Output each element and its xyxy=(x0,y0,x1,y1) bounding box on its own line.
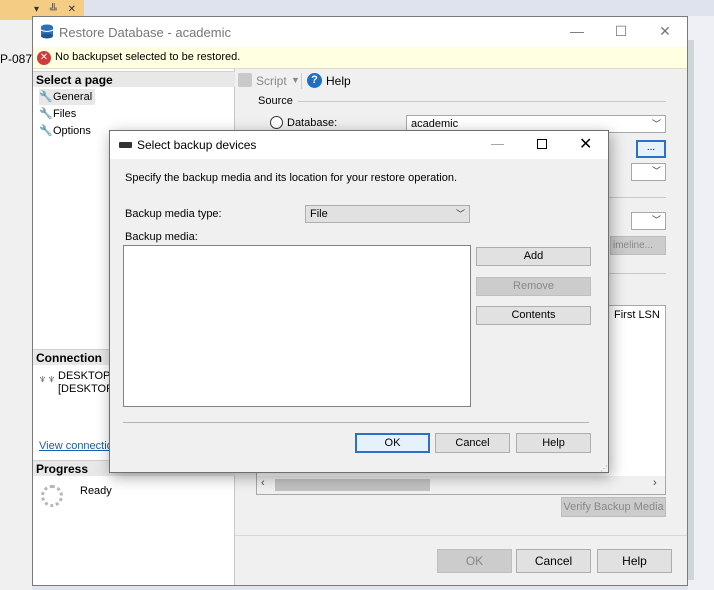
error-banner: ✕ No backupset selected to be restored. xyxy=(33,47,687,69)
ok-button[interactable]: OK xyxy=(437,549,512,573)
page-item-files[interactable]: 🔧Files xyxy=(39,106,76,122)
error-message: No backupset selected to be restored. xyxy=(55,51,241,63)
database-select-value: academic xyxy=(411,118,459,130)
bottom-divider xyxy=(235,535,687,536)
source-divider xyxy=(298,101,666,102)
help-icon[interactable]: ? xyxy=(307,73,322,88)
backup-device-select[interactable]: ﹀ xyxy=(631,163,666,181)
verify-backup-media-button[interactable]: Verify Backup Media xyxy=(561,497,666,517)
backup-media-type-value: File xyxy=(310,208,328,220)
database-label: Database: xyxy=(287,117,338,129)
connection-server: DESKTOP- xyxy=(58,370,115,382)
page-item-label: Options xyxy=(53,125,91,137)
page-item-label: Files xyxy=(53,108,77,120)
script-icon[interactable] xyxy=(238,73,252,87)
background-panel xyxy=(0,20,32,590)
progress-status: Ready xyxy=(80,485,112,497)
cancel-button[interactable]: Cancel xyxy=(516,549,591,573)
toolbar-divider xyxy=(301,73,302,89)
column-header-first-lsn[interactable]: First LSN xyxy=(614,309,660,321)
modal-titlebar[interactable]: Select backup devices — ✕ xyxy=(110,131,608,159)
error-icon: ✕ xyxy=(37,51,51,65)
pin-icon: ▾ ╩ ✕ xyxy=(34,4,81,15)
wrench-icon: 🔧 xyxy=(39,125,53,137)
chevron-down-icon: ﹀ xyxy=(651,166,661,176)
wrench-icon: 🔧 xyxy=(39,91,53,103)
modal-divider xyxy=(123,422,589,423)
database-radio[interactable] xyxy=(270,116,283,129)
progress-spinner-icon xyxy=(41,485,63,507)
select-page-header: Select a page xyxy=(33,71,235,87)
wrench-icon: 🔧 xyxy=(39,108,53,120)
remove-button[interactable]: Remove xyxy=(476,277,591,296)
add-button[interactable]: Add xyxy=(476,247,591,266)
modal-title: Select backup devices xyxy=(137,138,257,152)
page-item-options[interactable]: 🔧Options xyxy=(39,123,91,139)
scrollbar-thumb[interactable] xyxy=(275,479,430,491)
view-connection-link[interactable]: View connection xyxy=(39,440,119,452)
help-dialog-button[interactable]: Help xyxy=(597,549,672,573)
resize-grip-icon[interactable]: ⋰ xyxy=(600,464,608,473)
source-section-label: Source xyxy=(258,95,293,107)
modal-description: Specify the backup media and its locatio… xyxy=(125,172,458,184)
chevron-right-icon[interactable]: › xyxy=(653,477,657,489)
timeline-button[interactable]: imeline... xyxy=(610,236,666,255)
restore-to-select[interactable]: ﹀ xyxy=(631,212,666,230)
browse-device-button[interactable]: ... xyxy=(636,140,666,158)
select-backup-devices-dialog: Select backup devices — ✕ Specify the ba… xyxy=(109,130,609,473)
backup-media-type-select[interactable]: File ﹀ xyxy=(305,205,470,223)
modal-help-button[interactable]: Help xyxy=(516,433,591,453)
close-button[interactable]: ✕ xyxy=(579,134,592,154)
chevron-down-icon: ﹀ xyxy=(651,215,661,225)
horizontal-scrollbar[interactable]: ‹ › xyxy=(257,476,665,494)
help-button[interactable]: Help xyxy=(326,74,351,88)
page-item-label: General xyxy=(53,91,93,103)
maximize-button[interactable] xyxy=(537,139,547,149)
backup-media-list[interactable] xyxy=(123,245,471,407)
page-item-general[interactable]: 🔧General xyxy=(39,89,96,105)
chevron-down-icon: ﹀ xyxy=(455,209,465,219)
backup-media-label: Backup media: xyxy=(125,231,198,243)
contents-button[interactable]: Contents xyxy=(476,306,591,325)
minimize-button[interactable]: — xyxy=(569,23,585,39)
modal-ok-button[interactable]: OK xyxy=(355,433,430,453)
background-scrollbar[interactable] xyxy=(688,40,694,580)
chevron-down-icon: ﹀ xyxy=(651,119,661,129)
database-icon xyxy=(40,24,54,39)
close-button[interactable]: ✕ xyxy=(657,23,673,39)
window-title: Restore Database - academic xyxy=(59,25,231,40)
backup-device-icon xyxy=(119,142,132,148)
chevron-down-icon[interactable]: ▼ xyxy=(291,75,300,85)
section-divider xyxy=(608,273,666,274)
backup-media-type-label: Backup media type: xyxy=(125,208,222,220)
script-button[interactable]: Script xyxy=(256,74,287,88)
main-titlebar[interactable]: Restore Database - academic — ☐ ✕ xyxy=(33,17,687,47)
modal-cancel-button[interactable]: Cancel xyxy=(435,433,510,453)
connection-user: [DESKTOP xyxy=(58,383,114,395)
server-connection-icon: ♆♆ xyxy=(38,372,56,386)
section-divider xyxy=(608,197,666,198)
minimize-button[interactable]: — xyxy=(491,136,504,151)
background-text: P-087 xyxy=(0,52,33,66)
maximize-button[interactable]: ☐ xyxy=(613,23,629,39)
chevron-left-icon[interactable]: ‹ xyxy=(261,477,265,489)
